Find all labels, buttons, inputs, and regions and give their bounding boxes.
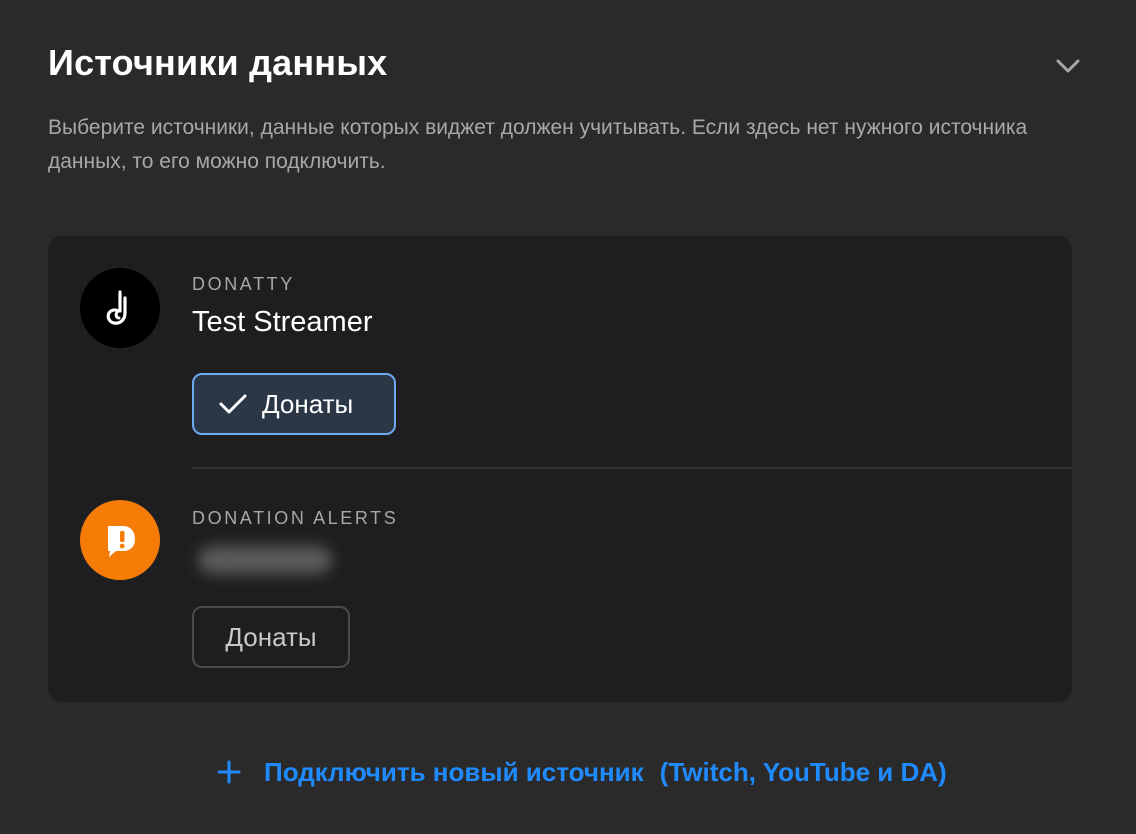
source-platform-label: DONATION ALERTS [192, 508, 399, 528]
chevron-down-icon [1056, 59, 1080, 73]
chip-label: Донаты [225, 621, 317, 652]
section-header: Источники данных [48, 38, 1088, 94]
plus-icon [216, 759, 242, 785]
source-platform-label: DONATTY [192, 274, 295, 294]
connect-source-label: Подключить новый источник [264, 756, 644, 787]
source-item-donatty: DONATTY Test Streamer Донаты [48, 236, 1072, 469]
donations-toggle-chip[interactable]: Донаты [192, 606, 350, 668]
donations-toggle-chip-selected[interactable]: Донаты [192, 373, 396, 435]
section-description: Выберите источники, данные которых видже… [48, 116, 1028, 173]
source-account-name: Test Streamer [192, 306, 373, 338]
connect-new-source-button[interactable]: Подключить новый источник (Twitch, YouTu… [216, 752, 947, 792]
connect-source-hint: (Twitch, YouTube и DA) [659, 756, 947, 787]
sources-list: DONATTY Test Streamer Донаты DONATION AL… [48, 236, 1072, 702]
checkmark-icon [218, 393, 248, 415]
donationalerts-logo-icon [80, 500, 160, 580]
source-item-donation-alerts: DONATION ALERTS Донаты [48, 468, 1072, 702]
donatty-logo-icon [80, 268, 160, 348]
data-sources-panel: Источники данных Выберите источники, дан… [0, 0, 1136, 834]
collapse-toggle-button[interactable] [1052, 50, 1084, 82]
account-name-blurred [198, 546, 332, 574]
chip-label: Донаты [262, 388, 354, 419]
section-title: Источники данных [48, 42, 388, 83]
